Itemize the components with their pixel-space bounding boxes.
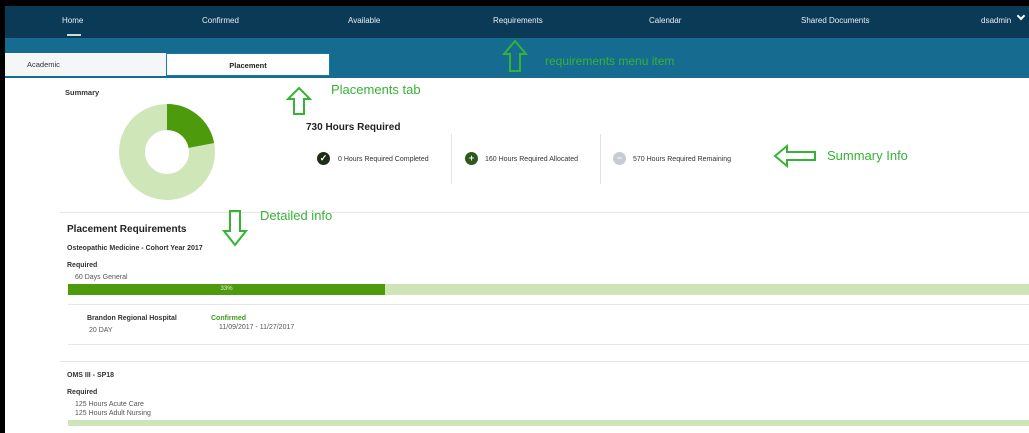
placement-site: Brandon Regional Hospital	[87, 315, 177, 322]
hours-allocated: 160 Hours Required Allocated	[485, 156, 579, 163]
tab-academic[interactable]: Academic	[5, 53, 168, 76]
placement-requirements-title: Placement Requirements	[67, 224, 187, 235]
plus-circle-icon: +	[465, 152, 478, 165]
annotation-detailed-info: Detailed info	[260, 208, 333, 223]
annotation-placements-tab: Placements tab	[331, 82, 421, 97]
placement-dates: 11/09/2017 - 11/27/2017	[219, 324, 295, 331]
placement-status: Confirmed	[211, 315, 246, 322]
nav-home[interactable]: Home	[62, 16, 83, 25]
annotation-summary-info: Summary Info	[827, 148, 908, 163]
nav-available[interactable]: Available	[348, 16, 380, 25]
summary-donut-chart	[119, 104, 215, 200]
requirement-item: 125 Hours Adult Nursing	[75, 410, 151, 417]
nav-active-indicator	[67, 34, 81, 36]
requirement-group-name: Osteopathic Medicine - Cohort Year 2017	[67, 245, 203, 252]
app-frame: Home Confirmed Available Requirements Ca…	[5, 6, 1029, 433]
hours-required-heading: 730 Hours Required	[306, 122, 401, 133]
left-arrow-annotation-icon	[773, 144, 816, 168]
row-divider	[68, 344, 1029, 345]
requirement-group-name: OMS III - SP18	[67, 372, 115, 379]
up-arrow-annotation-icon	[286, 86, 312, 115]
top-nav: Home Confirmed Available Requirements Ca…	[5, 6, 1029, 38]
check-circle-icon: ✓	[317, 152, 330, 165]
minus-circle-icon: −	[613, 152, 626, 165]
tab-placement[interactable]: Placement	[166, 53, 330, 76]
section-divider	[60, 361, 1029, 362]
hours-completed: 0 Hours Required Completed	[338, 156, 429, 163]
required-label: Required	[67, 389, 98, 396]
divider	[600, 134, 601, 184]
user-menu[interactable]: dsadmin	[981, 16, 1011, 25]
down-arrow-annotation-icon	[222, 210, 248, 247]
progress-label: 33%	[220, 286, 233, 292]
placement-duration: 20 DAY	[89, 327, 113, 334]
requirement-progress-bar: 33%	[68, 284, 1029, 295]
progress-fill: 33%	[68, 284, 386, 295]
requirement-item: 60 Days General	[75, 274, 128, 281]
requirement-item: 125 Hours Acute Care	[75, 401, 144, 408]
nav-shared-documents[interactable]: Shared Documents	[801, 16, 869, 25]
donut-allocated-slice	[166, 104, 215, 149]
summary-title: Summary	[65, 88, 100, 97]
required-label: Required	[67, 262, 98, 269]
up-arrow-annotation-icon	[502, 39, 528, 72]
section-divider	[60, 212, 1029, 213]
annotation-requirements-menu-item: requirements menu item	[545, 54, 675, 68]
requirement-progress-bar	[68, 420, 1029, 426]
hours-remaining: 570 Hours Required Remaining	[633, 156, 732, 163]
nav-requirements[interactable]: Requirements	[493, 16, 543, 25]
nav-calendar[interactable]: Calendar	[649, 16, 681, 25]
divider	[451, 134, 452, 184]
row-divider	[68, 304, 1029, 305]
chevron-down-icon[interactable]	[1016, 11, 1026, 21]
nav-confirmed[interactable]: Confirmed	[202, 16, 239, 25]
